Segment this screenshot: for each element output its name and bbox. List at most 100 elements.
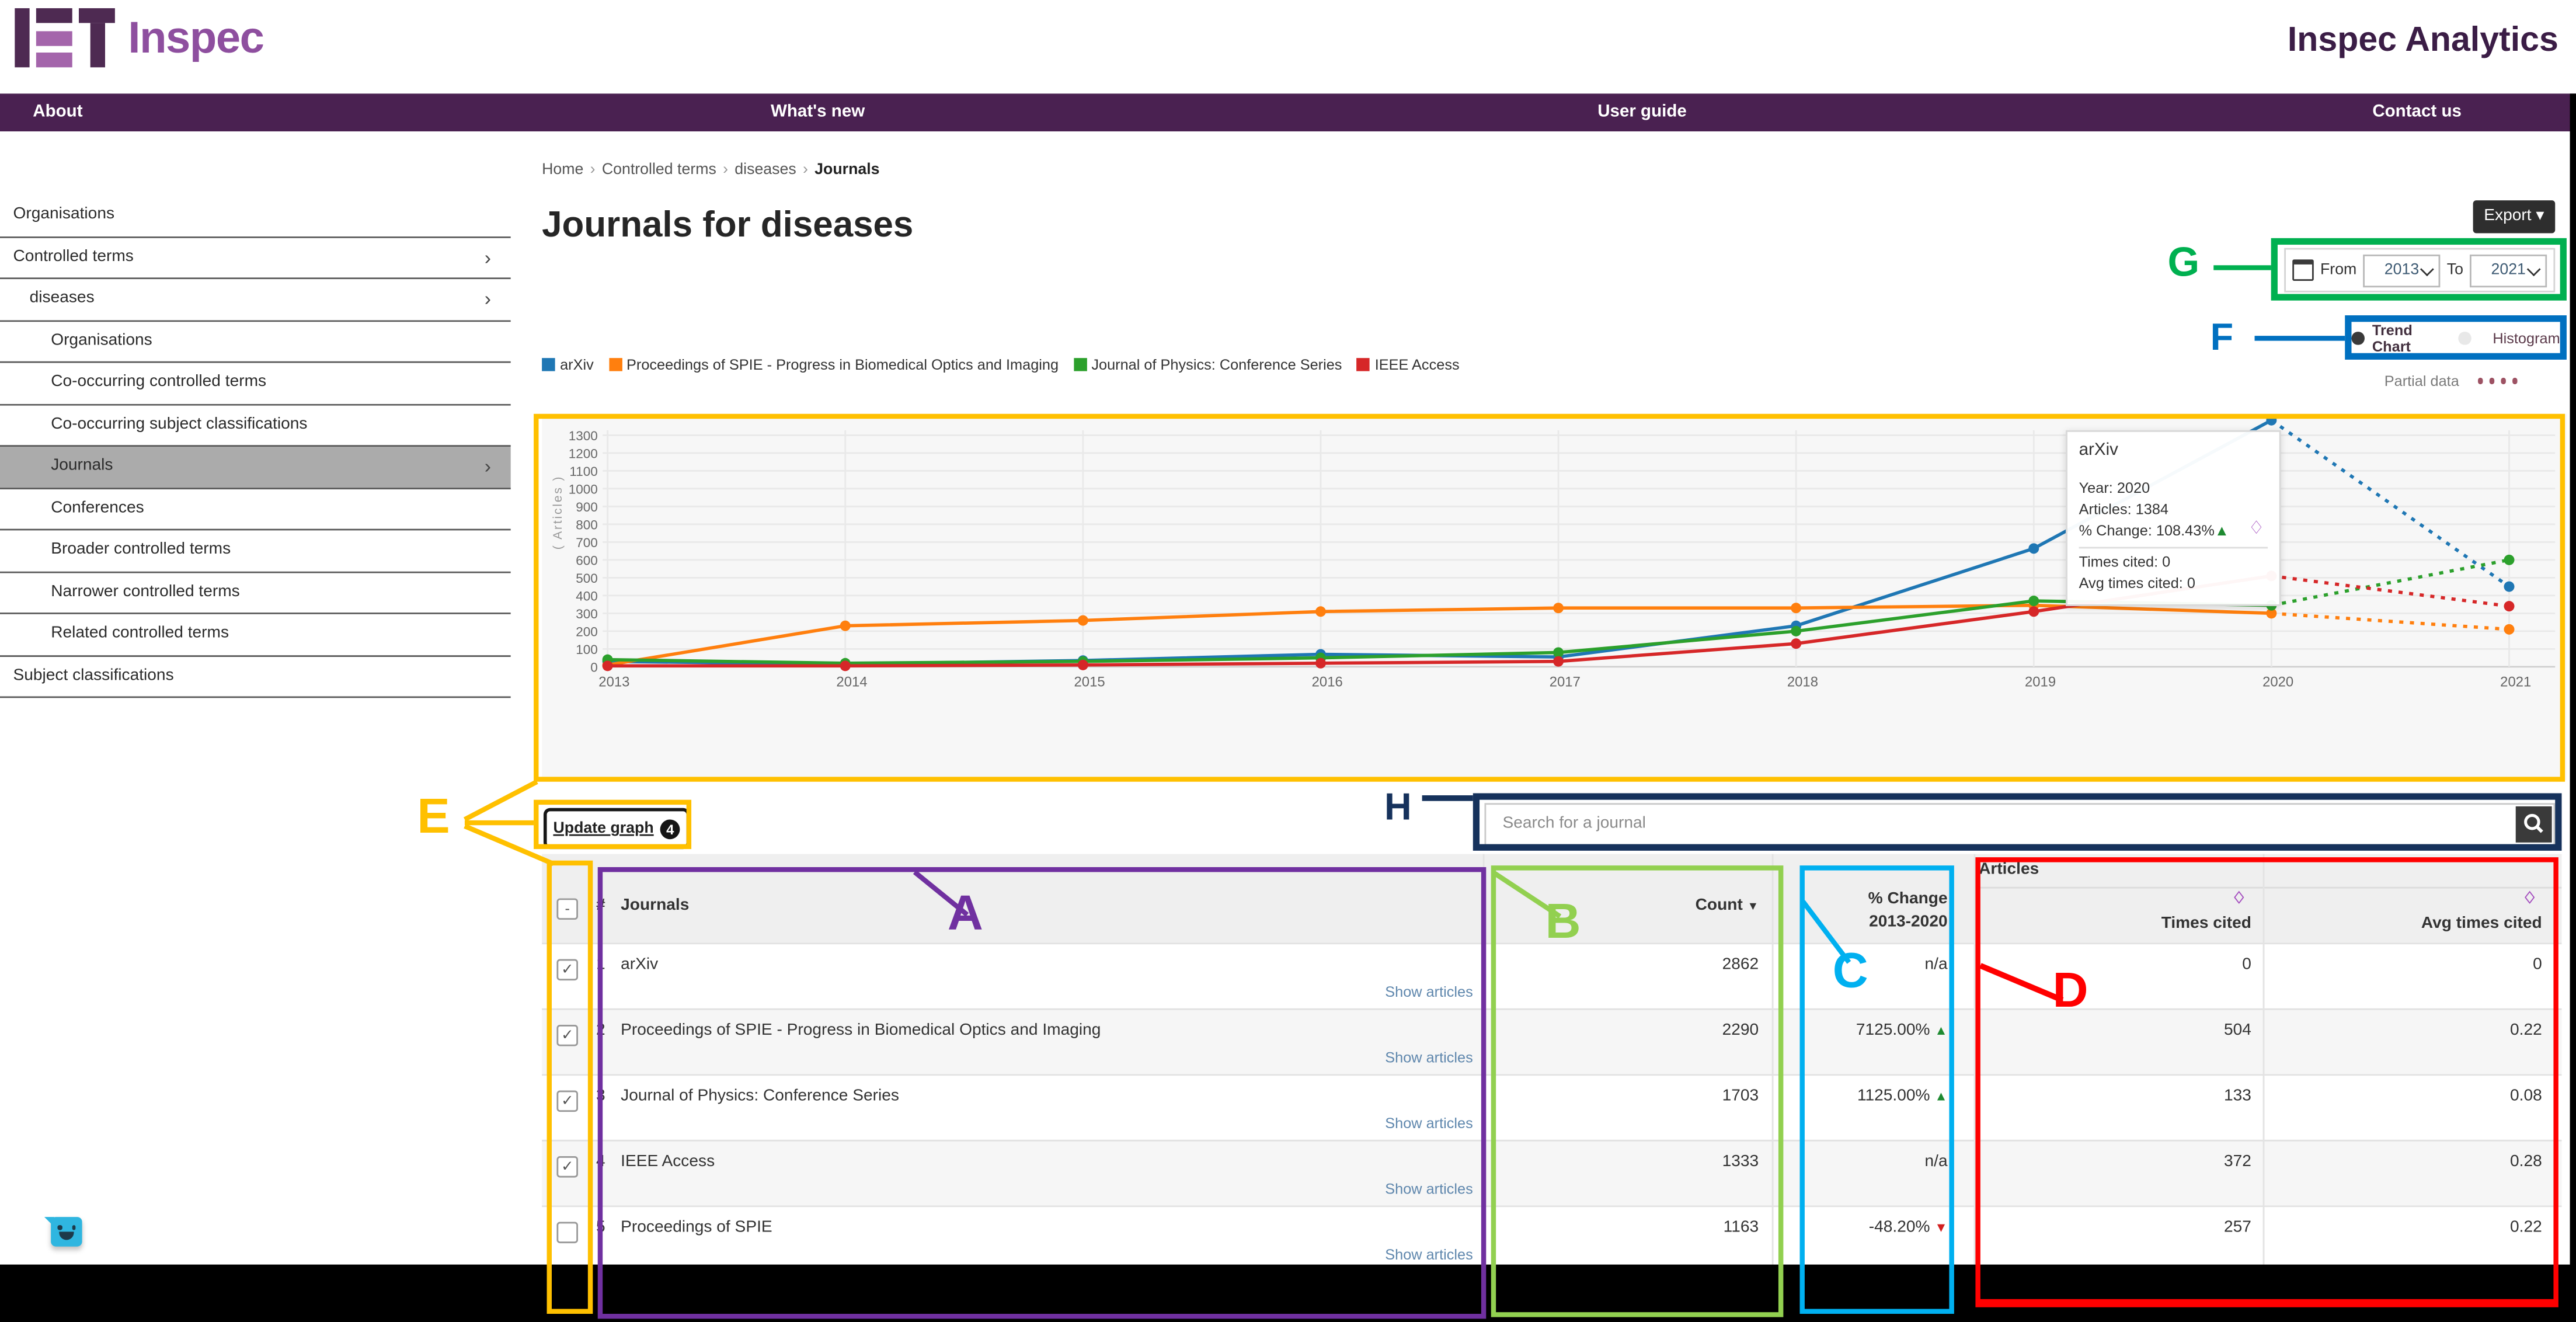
nav-about[interactable]: About (33, 93, 82, 131)
table-row: 5Proceedings of SPIE-48.20% ▼11632570.22… (542, 1205, 2561, 1271)
svg-text:( Articles ): ( Articles ) (551, 475, 565, 549)
show-articles-link[interactable]: Show articles (1385, 984, 1473, 1000)
row-number: 5 (596, 1219, 605, 1237)
svg-text:1100: 1100 (569, 464, 597, 479)
row-checkbox[interactable] (556, 1222, 578, 1244)
row-number: 1 (596, 956, 605, 974)
breadcrumb: Home›Controlled terms›diseases›Journals (542, 161, 879, 179)
show-articles-link[interactable]: Show articles (1385, 1049, 1473, 1066)
from-year-select[interactable]: 2013 (2363, 254, 2441, 287)
sidebar-item-broader-controlled-terms[interactable]: Broader controlled terms (0, 530, 511, 572)
tooltip-year: Year: 2020 (2079, 479, 2268, 496)
col-times-cited: Times cited (2161, 915, 2251, 933)
legend-item[interactable]: arXiv (542, 356, 594, 373)
nav-user-guide[interactable]: User guide (1597, 93, 1687, 131)
row-checkbox[interactable]: ✓ (556, 1025, 578, 1046)
legend-swatch-icon (1357, 358, 1370, 371)
legend-swatch-icon (1073, 358, 1087, 371)
legend-item[interactable]: Proceedings of SPIE - Progress in Biomed… (608, 356, 1059, 373)
sidebar-item-subject-classifications[interactable]: Subject classifications (0, 656, 511, 698)
svg-text:2015: 2015 (1074, 674, 1105, 690)
chevron-down-icon (2420, 262, 2434, 276)
trend-chart-label[interactable]: Trend Chart (2372, 321, 2451, 354)
sidebar-item-co-occurring-subject-classifications[interactable]: Co-occurring subject classifications (0, 405, 511, 447)
annotation-letter-f: F (2211, 319, 2234, 357)
sidebar: OrganisationsControlled terms›diseases›O… (0, 196, 511, 698)
page-title: Journals for diseases (542, 204, 913, 246)
svg-text:2014: 2014 (836, 674, 867, 690)
show-articles-link[interactable]: Show articles (1385, 1181, 1473, 1197)
update-graph-button[interactable]: Update graph 4 (544, 808, 690, 849)
chevron-right-icon: › (485, 237, 491, 277)
show-articles-link[interactable]: Show articles (1385, 1247, 1473, 1263)
svg-text:200: 200 (576, 624, 598, 639)
column-divider (1772, 854, 1774, 1265)
search-button[interactable] (2516, 806, 2552, 843)
svg-text:800: 800 (576, 517, 598, 532)
iet-inspec-logo-icon[interactable]: Inspec (15, 8, 263, 71)
journal-name: IEEE Access (621, 1153, 715, 1171)
column-divider (1483, 854, 1485, 1265)
table-row: ✓1arXivn/a286200Show articles (542, 942, 2561, 1008)
sidebar-item-controlled-terms[interactable]: Controlled terms› (0, 237, 511, 279)
dotted-line-icon (2477, 378, 2518, 384)
col-change-line1: % Change (1868, 890, 1948, 908)
row-checkbox[interactable]: ✓ (556, 1091, 578, 1112)
legend-item[interactable]: IEEE Access (1357, 356, 1460, 373)
tooltip-title: arXiv (2079, 440, 2268, 460)
export-button[interactable]: Export ▾ (2473, 200, 2556, 233)
chat-widget-icon[interactable] (51, 1217, 82, 1247)
svg-text:600: 600 (576, 553, 598, 568)
svg-text:2016: 2016 (1312, 674, 1343, 690)
show-articles-link[interactable]: Show articles (1385, 1115, 1473, 1132)
svg-text:2017: 2017 (1550, 674, 1581, 690)
annotation-letter-g: G (2168, 243, 2200, 284)
sidebar-item-narrower-controlled-terms[interactable]: Narrower controlled terms (0, 572, 511, 614)
sidebar-item-related-controlled-terms[interactable]: Related controlled terms (0, 614, 511, 656)
sidebar-item-journals[interactable]: Journals› (0, 447, 511, 489)
right-black-bar (2570, 93, 2576, 1322)
table-row: ✓3Journal of Physics: Conference Series1… (542, 1074, 2561, 1140)
sidebar-item-organisations[interactable]: Organisations (0, 321, 511, 363)
histogram-radio[interactable] (2459, 331, 2471, 345)
avg-times-cited-value: 0.22 (2510, 1021, 2542, 1039)
up-triangle-icon: ▲ (1934, 1089, 1947, 1104)
row-checkbox[interactable]: ✓ (556, 1156, 578, 1178)
nav-contact-us[interactable]: Contact us (2372, 93, 2462, 131)
count-value: 2290 (1722, 1021, 1759, 1039)
breadcrumb-controlled-terms[interactable]: Controlled terms (602, 161, 716, 179)
logo-letter-i (15, 8, 29, 67)
journal-name: Proceedings of SPIE (621, 1219, 772, 1237)
svg-text:2021: 2021 (2500, 674, 2531, 690)
breadcrumb-diseases[interactable]: diseases (734, 161, 796, 179)
top-header: Inspec Inspec Analytics (0, 0, 2576, 93)
svg-text:900: 900 (576, 500, 598, 514)
tooltip-articles: Articles: 1384 (2079, 501, 2268, 517)
main-nav: About What's new User guide Contact us (0, 93, 2576, 131)
avg-times-cited-value: 0.08 (2510, 1087, 2542, 1105)
to-year-select[interactable]: 2021 (2470, 254, 2547, 287)
col-count[interactable]: Count ▼ (1696, 897, 1759, 915)
search-input[interactable]: Search for a journal (1502, 815, 1645, 833)
gem-icon: ♢ (2232, 890, 2246, 908)
select-all-checkbox[interactable]: - (556, 898, 578, 920)
nav-whats-new[interactable]: What's new (771, 93, 865, 131)
col-avg-times-cited: Avg times cited (2421, 915, 2542, 933)
sidebar-item-organisations[interactable]: Organisations (0, 196, 511, 238)
legend-item[interactable]: Journal of Physics: Conference Series (1073, 356, 1342, 373)
trend-chart-radio[interactable] (2352, 331, 2364, 345)
table-row: ✓2Proceedings of SPIE - Progress in Biom… (542, 1008, 2561, 1074)
search-icon (2516, 806, 2552, 843)
row-number: 3 (596, 1087, 605, 1105)
sidebar-item-diseases[interactable]: diseases› (0, 279, 511, 321)
tooltip-avg-times-cited: Avg times cited: 0 (2079, 575, 2268, 591)
sidebar-item-conferences[interactable]: Conferences (0, 489, 511, 531)
svg-text:2018: 2018 (1787, 674, 1818, 690)
legend-swatch-icon (542, 358, 555, 371)
row-checkbox[interactable]: ✓ (556, 959, 578, 981)
calendar-icon (2292, 259, 2313, 281)
breadcrumb-home[interactable]: Home (542, 161, 583, 179)
col-journals: Journals (621, 897, 689, 915)
sidebar-item-co-occurring-controlled-terms[interactable]: Co-occurring controlled terms (0, 363, 511, 405)
histogram-label[interactable]: Histogram (2493, 329, 2560, 346)
